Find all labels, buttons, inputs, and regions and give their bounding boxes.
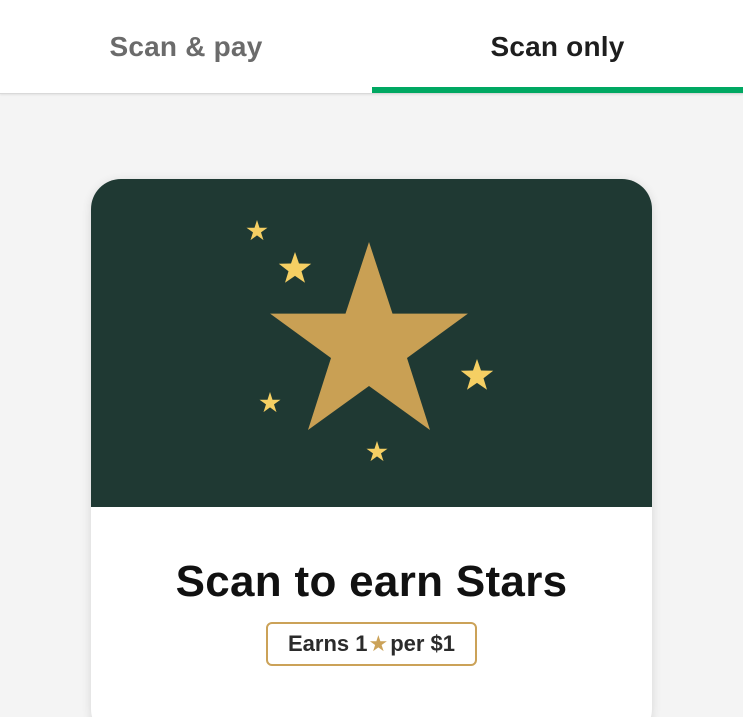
stars-illustration <box>246 220 494 462</box>
sparkle-star-icon <box>278 252 312 283</box>
sparkle-star-icon <box>259 392 281 413</box>
earn-rate-badge: Earns 1 ★ per $1 <box>266 622 477 666</box>
sparkle-star-icon <box>460 359 494 390</box>
tab-scan-and-pay[interactable]: Scan & pay <box>0 0 372 94</box>
earn-prefix: Earns 1 <box>287 631 368 656</box>
card-hero <box>91 179 652 507</box>
sparkle-star-icon <box>366 441 388 462</box>
tab-scan-only[interactable]: Scan only <box>372 0 743 94</box>
tab-selected-indicator <box>372 87 743 93</box>
star-icon: ★ <box>368 631 389 656</box>
tab-bar: Scan & pay Scan only <box>0 0 743 94</box>
card-title: Scan to earn Stars <box>175 557 568 606</box>
sparkle-star-icon <box>246 220 268 241</box>
earn-suffix: per $1 <box>390 631 456 656</box>
scan-card: Scan to earn Stars Earns 1 ★ per $1 <box>91 179 652 717</box>
